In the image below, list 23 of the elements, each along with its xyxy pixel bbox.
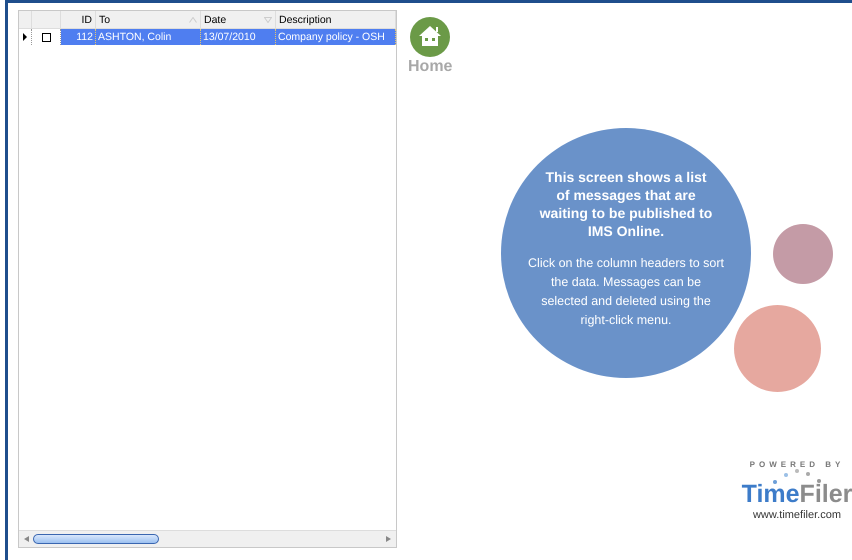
brand-logo-text: TimeFiler (742, 481, 852, 507)
sort-ascending-icon (189, 16, 197, 22)
message-row[interactable]: 112 ASHTON, Colin 13/07/2010 Company policy - OSH (19, 29, 396, 45)
table-cell: 13/07/2010 (201, 29, 276, 45)
scrollbar-thumb[interactable] (33, 534, 159, 544)
column-header[interactable]: Date (201, 11, 276, 28)
website-link[interactable]: www.timefiler.com (752, 509, 842, 521)
powered-by-label: POWERED BY (750, 460, 844, 469)
scroll-right-icon[interactable] (386, 536, 391, 542)
table-cell: 112 (61, 29, 96, 45)
info-heading: This screen shows a list of messages that are waiting to be published to IMS Online. (538, 168, 714, 240)
table-cell: Company policy - OSH (276, 29, 396, 45)
scroll-left-icon[interactable] (24, 536, 29, 542)
column-header[interactable]: Description (276, 11, 396, 28)
horizontal-scrollbar[interactable] (19, 530, 396, 547)
home-icon[interactable] (410, 17, 450, 57)
checkbox[interactable] (42, 32, 50, 42)
column-header[interactable]: To (96, 11, 201, 28)
info-text: Click on the column headers to sort the data. Messages can be selected and deleted using the right-click menu. (527, 255, 725, 329)
table-cell: ASHTON, Colin (96, 29, 201, 45)
sort-descending-icon (264, 16, 272, 22)
dots-arc-icon (772, 469, 822, 485)
column-header[interactable]: ID (61, 11, 96, 28)
